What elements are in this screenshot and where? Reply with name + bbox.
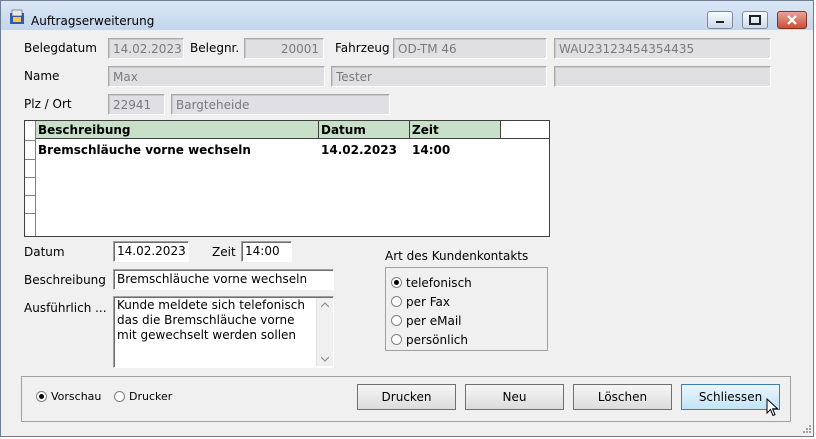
radio-icon [391,296,402,307]
ort-field: Bargteheide [171,94,390,115]
fahrzeug-label: Fahrzeug [335,41,390,55]
app-icon [10,9,24,24]
zeit-input[interactable]: 14:00 [241,241,292,262]
extra-field [554,66,771,87]
radio-icon [391,315,402,326]
radio-per-fax[interactable]: per Fax [391,294,541,310]
radio-selected-icon [391,277,402,288]
close-button[interactable] [777,11,807,29]
beschreibung-input[interactable]: Bremschläuche vorne wechseln [113,269,334,290]
plz-ort-label: Plz / Ort [24,97,72,111]
radio-telefonisch[interactable]: telefonisch [391,275,541,291]
column-header-zeit[interactable]: Zeit [410,121,501,139]
belegdatum-label: Belegdatum [24,41,97,55]
radio-label: per eMail [406,314,462,328]
scroll-up-icon[interactable] [321,302,329,308]
title-bar[interactable]: Auftragserweiterung [1,1,813,30]
scroll-down-icon[interactable] [321,356,329,362]
textarea-scrollbar[interactable] [316,298,333,366]
radio-per-email[interactable]: per eMail [391,313,541,329]
column-header-filler [501,121,549,139]
belegdatum-field: 14.02.2023 [108,38,184,59]
cell-beschreibung: Bremschläuche vorne wechseln [38,143,251,157]
name-label: Name [24,69,60,83]
kontakt-group-label: Art des Kundenkontakts [385,249,529,263]
datum-input[interactable]: 14.02.2023 [113,241,189,262]
close-icon [787,15,797,25]
column-header-datum[interactable]: Datum [319,121,410,139]
minimize-icon [716,21,724,23]
dialog-window: Auftragserweiterung Belegdatum 14.02.202… [0,0,814,437]
radio-label: Drucker [129,390,173,403]
neu-button[interactable]: Neu [465,384,564,410]
positions-grid[interactable]: Beschreibung Datum Zeit Bremschläuche vo… [24,120,550,237]
maximize-icon [749,15,761,25]
cell-datum: 14.02.2023 [321,143,397,157]
radio-vorschau[interactable]: Vorschau [36,390,111,404]
radio-label: Vorschau [51,390,102,403]
belegnr-field: 20001 [244,38,324,59]
cell-zeit: 14:00 [412,143,451,157]
beschreibung-label: Beschreibung [24,273,106,287]
zeit-label: Zeit [212,245,236,259]
mouse-cursor-icon [766,398,779,417]
ausfuehrlich-label: Ausführlich ... [24,301,107,315]
maximize-button[interactable] [742,11,768,29]
window-title: Auftragserweiterung [31,14,155,28]
ausfuehrlich-textarea[interactable]: Kunde meldete sich telefonisch das die B… [113,296,334,368]
radio-persoenlich[interactable]: persönlich [391,332,541,348]
resize-grip-icon[interactable] [801,423,813,435]
fin-field: WAU23123454354435 [554,38,771,59]
belegnr-label: Belegnr. [190,41,240,55]
datum-label: Datum [24,245,65,259]
radio-selected-icon [36,391,47,402]
column-header-beschreibung[interactable]: Beschreibung [36,121,319,139]
radio-label: telefonisch [406,276,472,290]
table-row[interactable]: Bremschläuche vorne wechseln 14.02.2023 … [36,140,549,158]
kennzeichen-field: OD-TM 46 [393,38,547,59]
radio-icon [114,391,125,402]
radio-icon [391,334,402,345]
plz-field: 22941 [108,94,165,115]
drucken-button[interactable]: Drucken [357,384,456,410]
row-indicator-column [25,121,36,236]
loeschen-button[interactable]: Löschen [573,384,672,410]
ausfuehrlich-text: Kunde meldete sich telefonisch das die B… [117,298,305,342]
radio-label: persönlich [406,333,469,347]
radio-drucker[interactable]: Drucker [114,390,184,404]
vorname-field: Max [108,66,325,87]
nachname-field: Tester [331,66,547,87]
radio-label: per Fax [406,295,451,309]
kontakt-group: telefonisch per Fax per eMail persönlich [385,267,548,351]
minimize-button[interactable] [707,11,733,29]
